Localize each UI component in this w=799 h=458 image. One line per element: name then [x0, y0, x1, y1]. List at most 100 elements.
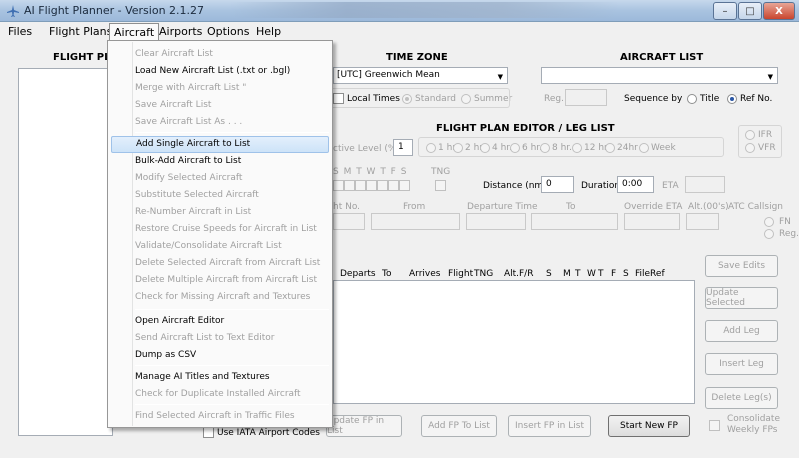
menu-item-delete-multiple-aircraft-from-aircraft-list[interactable]: Delete Multiple Aircraft from Aircraft L… [111, 272, 329, 289]
day-checkbox[interactable] [388, 180, 399, 191]
menu-item-dump-as-csv[interactable]: Dump as CSV [111, 347, 329, 364]
menu-item-substitute-selected-aircraft[interactable]: Substitute Selected Aircraft [111, 187, 329, 204]
update-fp-button[interactable]: Update FP in List [326, 415, 402, 437]
duration-input[interactable]: 0:00 [617, 176, 654, 193]
iata-checkbox[interactable] [203, 427, 214, 438]
interval-radio[interactable] [572, 143, 582, 153]
menu-airports[interactable]: Airports [155, 25, 206, 39]
column-header[interactable]: W [587, 269, 596, 279]
flight-no-input[interactable] [333, 213, 365, 230]
alt-input[interactable] [686, 213, 719, 230]
aircraft-menu-dropdown: Clear Aircraft List Load New Aircraft Lis… [107, 40, 333, 428]
override-eta-input[interactable] [624, 213, 680, 230]
day-checkbox[interactable] [366, 180, 377, 191]
menu-options[interactable]: Options [203, 25, 253, 39]
tng-checkbox[interactable] [435, 180, 446, 191]
menu-item-restore-cruise-speeds-for-aircraft-in-list[interactable]: Restore Cruise Speeds for Aircraft in Li… [111, 221, 329, 238]
from-input[interactable] [371, 213, 460, 230]
atc-callsign-label: ATC Callsign [728, 202, 783, 212]
menu-item-re-number-aircraft-in-list[interactable]: Re-Number Aircraft in List [111, 204, 329, 221]
column-header[interactable]: Alt. [504, 269, 519, 279]
interval-radio[interactable] [480, 143, 490, 153]
sequence-label: Sequence by [624, 94, 683, 104]
menu-files[interactable]: Files [4, 25, 36, 39]
menu-flight-plans[interactable]: Flight Plans [45, 25, 116, 39]
to-label: To [566, 202, 576, 212]
menu-aircraft[interactable]: Aircraft [109, 23, 160, 41]
column-header[interactable]: FileRef [635, 269, 665, 279]
menu-item-send-aircraft-list-to-text-editor[interactable]: Send Aircraft List to Text Editor [111, 330, 329, 347]
menu-item-delete-selected-aircraft-from-aircraft-list[interactable]: Delete Selected Aircraft from Aircraft L… [111, 255, 329, 272]
insert-fp-button[interactable]: Insert FP in List [508, 415, 591, 437]
day-checkbox[interactable] [355, 180, 366, 191]
menu-item-validate-consolidate-aircraft-list[interactable]: Validate/Consolidate Aircraft List [111, 238, 329, 255]
menu-item-manage-ai-titles-and-textures[interactable]: Manage AI Titles and Textures [111, 369, 329, 386]
interval-radio[interactable] [605, 143, 615, 153]
menu-item-save-aircraft-list-as[interactable]: Save Aircraft List As . . . [111, 114, 329, 131]
consolidate-label: Consolidate [727, 414, 780, 424]
weekly-fps-label: Weekly FPs [727, 425, 778, 435]
interval-radio[interactable] [453, 143, 463, 153]
menu-item-open-aircraft-editor[interactable]: Open Aircraft Editor [111, 313, 329, 330]
minimize-button[interactable]: – [713, 2, 737, 20]
distance-input[interactable]: 0 [541, 176, 574, 193]
fn-label: FN [779, 217, 791, 227]
column-header[interactable]: T [575, 269, 581, 279]
day-checkbox[interactable] [344, 180, 355, 191]
interval-radio[interactable] [639, 143, 649, 153]
days-label: S M T W T F S [333, 167, 408, 177]
menu-item-save-aircraft-list[interactable]: Save Aircraft List [111, 97, 329, 114]
column-header[interactable]: Flight [448, 269, 473, 279]
save-edits-button[interactable]: Save Edits [705, 255, 778, 277]
interval-label: Week [651, 143, 676, 153]
column-header[interactable]: TNG [474, 269, 493, 279]
day-checkbox[interactable] [399, 180, 410, 191]
close-button[interactable]: X [763, 2, 795, 20]
column-header[interactable]: Departs [340, 269, 376, 279]
menu-item-merge-with-aircraft-list[interactable]: Merge with Aircraft List " [111, 80, 329, 97]
column-header[interactable]: M [563, 269, 571, 279]
interval-radio[interactable] [510, 143, 520, 153]
fn-radio[interactable] [764, 217, 774, 227]
menu-item-find-selected-aircraft-in-traffic-files[interactable]: Find Selected Aircraft in Traffic Files [111, 408, 329, 425]
aircraft-list-select[interactable]: ▼ [541, 67, 778, 84]
sequence-refno-radio[interactable] [727, 94, 737, 104]
flight-plans-list[interactable] [18, 68, 113, 436]
to-input[interactable] [531, 213, 618, 230]
interval-radio[interactable] [426, 143, 436, 153]
column-header[interactable]: S [623, 269, 629, 279]
column-header[interactable]: Arrives [409, 269, 440, 279]
menu-item-load-new-aircraft-list-txt-or-bgl[interactable]: Load New Aircraft List (.txt or .bgl) [111, 63, 329, 80]
delete-leg-s-button[interactable]: Delete Leg(s) [705, 387, 778, 409]
active-level-input[interactable]: 1 [393, 139, 413, 156]
column-header[interactable]: S [546, 269, 552, 279]
insert-leg-button[interactable]: Insert Leg [705, 353, 778, 375]
add-leg-button[interactable]: Add Leg [705, 320, 778, 342]
eta-input[interactable] [685, 176, 725, 193]
interval-radio[interactable] [540, 143, 550, 153]
time-zone-select[interactable]: [UTC] Greenwich Mean ▼ [333, 67, 508, 84]
sequence-title-radio[interactable] [687, 94, 697, 104]
menu-item-clear-aircraft-list[interactable]: Clear Aircraft List [111, 46, 329, 63]
menu-item-check-for-duplicate-installed-aircraft[interactable]: Check for Duplicate Installed Aircraft [111, 386, 329, 403]
day-checkbox[interactable] [377, 180, 388, 191]
leg-list[interactable] [333, 280, 695, 404]
update-selected-button[interactable]: Update Selected [705, 287, 778, 309]
column-header[interactable]: T [598, 269, 604, 279]
consolidate-checkbox[interactable] [709, 420, 720, 431]
maximize-button[interactable]: □ [738, 2, 762, 20]
departure-time-input[interactable] [466, 213, 526, 230]
column-header[interactable]: F/R [519, 269, 533, 279]
menu-help[interactable]: Help [252, 25, 285, 39]
menu-item-bulk-add-aircraft-to-list[interactable]: Bulk-Add Aircraft to List [111, 153, 329, 170]
column-header[interactable]: F [611, 269, 616, 279]
add-fp-button[interactable]: Add FP To List [421, 415, 497, 437]
menu-item-add-single-aircraft-to-list[interactable]: Add Single Aircraft to List [111, 136, 329, 153]
column-header[interactable]: To [382, 269, 391, 279]
reg-input[interactable] [565, 89, 607, 106]
menu-item-check-for-missing-aircraft-and-textures[interactable]: Check for Missing Aircraft and Textures [111, 289, 329, 306]
reg-callsign-radio[interactable] [764, 229, 774, 239]
day-checkbox[interactable] [333, 180, 344, 191]
start-new-fp-button[interactable]: Start New FP [608, 415, 690, 437]
menu-item-modify-selected-aircraft[interactable]: Modify Selected Aircraft [111, 170, 329, 187]
